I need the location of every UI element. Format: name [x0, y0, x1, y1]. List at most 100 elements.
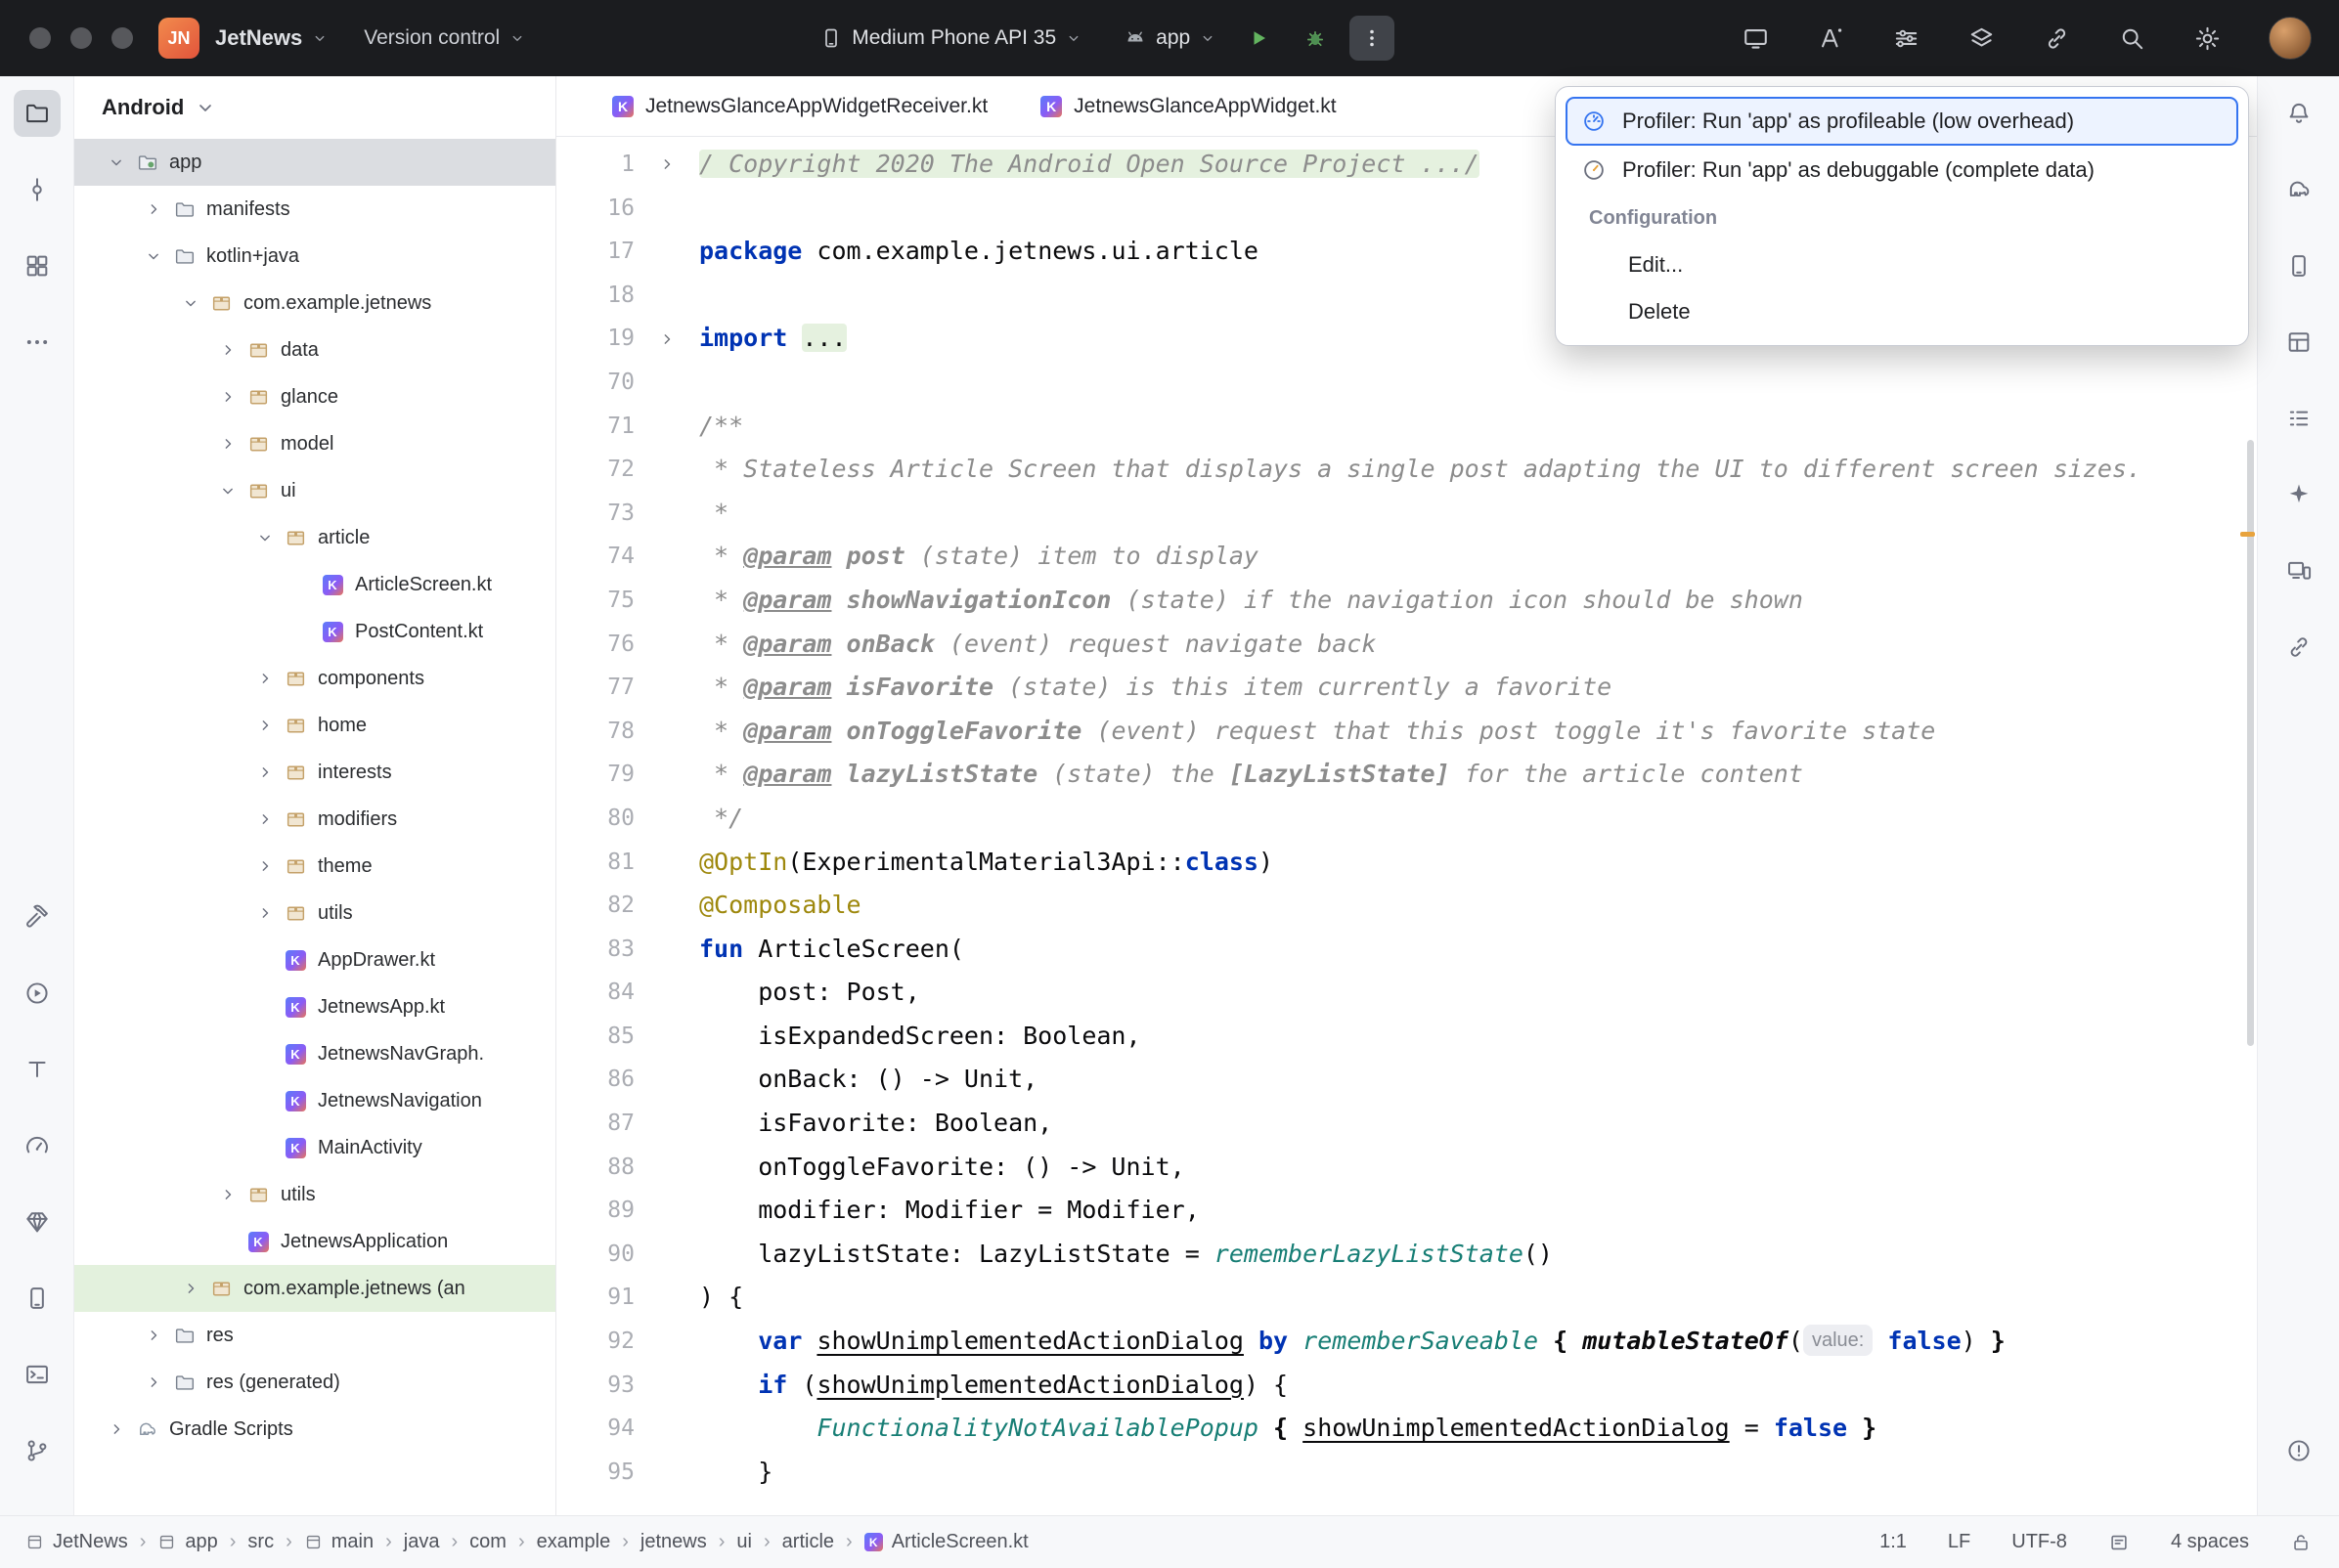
breadcrumb-item-app[interactable]: app — [157, 1531, 217, 1553]
run-configurations-button[interactable] — [1892, 24, 1920, 53]
tree-chevron-right-icon[interactable] — [247, 762, 283, 782]
project-tool-button[interactable] — [14, 90, 61, 137]
tree-chevron-down-icon[interactable] — [173, 293, 208, 313]
code-text[interactable]: } — [699, 1451, 772, 1495]
settings-button[interactable] — [2193, 24, 2222, 53]
tree-chevron-right-icon[interactable] — [99, 1419, 134, 1439]
line-number[interactable]: 94 — [556, 1407, 635, 1451]
commit-tool-button[interactable] — [14, 166, 61, 213]
breadcrumb-item-ui[interactable]: ui — [736, 1531, 752, 1553]
device-explorer-button[interactable] — [14, 1275, 61, 1322]
tree-chevron-right-icon[interactable] — [136, 199, 171, 219]
tree-item-utils[interactable]: utils — [74, 1171, 555, 1218]
editor-tab-jetnewsglanceappwidget-kt[interactable]: KJetnewsGlanceAppWidget.kt — [1014, 76, 1362, 137]
popup-item-profiler-run-app-as-profile[interactable]: Profiler: Run 'app' as profileable (low … — [1566, 97, 2238, 146]
problems-tool-button[interactable] — [2275, 1427, 2322, 1474]
line-number[interactable]: 1 — [556, 143, 635, 187]
file-encoding-widget[interactable]: UTF-8 — [2011, 1531, 2067, 1553]
tree-item-res-generated[interactable]: res (generated) — [74, 1359, 555, 1406]
run-configuration-selector[interactable]: app — [1124, 26, 1216, 50]
tree-chevron-down-icon[interactable] — [136, 246, 171, 266]
more-tool-windows-button[interactable] — [14, 319, 61, 366]
tree-chevron-down-icon[interactable] — [247, 528, 283, 547]
tree-item-com-example-jetnews-an[interactable]: com.example.jetnews (an — [74, 1265, 555, 1312]
tree-item-model[interactable]: model — [74, 420, 555, 467]
breadcrumb-item-example[interactable]: example — [537, 1531, 611, 1553]
share-button[interactable] — [2043, 24, 2071, 53]
line-number[interactable]: 95 — [556, 1451, 635, 1495]
tree-item-com-example-jetnews[interactable]: com.example.jetnews — [74, 280, 555, 327]
tree-item-home[interactable]: home — [74, 702, 555, 749]
line-number[interactable]: 91 — [556, 1276, 635, 1320]
run-button[interactable] — [1236, 16, 1281, 61]
tree-item-article[interactable]: article — [74, 514, 555, 561]
tree-item-appdrawer-kt[interactable]: KAppDrawer.kt — [74, 936, 555, 983]
editor-scrollbar[interactable] — [2247, 440, 2254, 1046]
profiler-tool-button[interactable] — [14, 1122, 61, 1169]
code-text[interactable]: onToggleFavorite: () -> Unit, — [699, 1146, 1185, 1190]
code-text[interactable]: var showUnimplementedActionDialog by rem… — [699, 1320, 2006, 1364]
tree-item-postcontent-kt[interactable]: KPostContent.kt — [74, 608, 555, 655]
code-text[interactable]: import ... — [699, 317, 847, 361]
tree-chevron-right-icon[interactable] — [210, 1185, 245, 1204]
code-text[interactable]: ) { — [699, 1276, 743, 1320]
tree-item-modifiers[interactable]: modifiers — [74, 796, 555, 843]
logcat-tool-button[interactable] — [14, 1046, 61, 1093]
line-number[interactable]: 18 — [556, 274, 635, 318]
tree-item-gradle-scripts[interactable]: Gradle Scripts — [74, 1406, 555, 1453]
warning-stripe-mark[interactable] — [2240, 532, 2255, 537]
line-number[interactable]: 89 — [556, 1189, 635, 1233]
ai-actions-button[interactable] — [1817, 24, 1845, 53]
run-tool-button[interactable] — [14, 970, 61, 1017]
code-text[interactable]: package com.example.jetnews.ui.article — [699, 230, 1258, 274]
tree-chevron-down-icon[interactable] — [210, 481, 245, 501]
tree-chevron-down-icon[interactable] — [99, 152, 134, 172]
line-number[interactable]: 80 — [556, 797, 635, 841]
line-number[interactable]: 76 — [556, 623, 635, 667]
line-number[interactable]: 75 — [556, 579, 635, 623]
notifications-button[interactable] — [2275, 90, 2322, 137]
line-number[interactable]: 72 — [556, 448, 635, 492]
breadcrumb-item-articlescreen-kt[interactable]: KArticleScreen.kt — [864, 1531, 1029, 1553]
line-number[interactable]: 73 — [556, 492, 635, 536]
caret-position-widget[interactable]: 1:1 — [1879, 1531, 1907, 1553]
gradle-tool-button[interactable] — [2275, 166, 2322, 213]
line-number[interactable]: 90 — [556, 1233, 635, 1277]
breadcrumb-item-jetnews[interactable]: JetNews — [25, 1531, 128, 1553]
version-control-tool-button[interactable] — [14, 1427, 61, 1474]
line-number[interactable]: 78 — [556, 710, 635, 754]
code-text[interactable]: / Copyright 2020 The Android Open Source… — [699, 143, 1479, 187]
tree-item-components[interactable]: components — [74, 655, 555, 702]
tree-item-jetnewsnavigation[interactable]: KJetnewsNavigation — [74, 1077, 555, 1124]
device-selector[interactable]: Medium Phone API 35 — [819, 26, 1082, 50]
line-number[interactable]: 88 — [556, 1146, 635, 1190]
breadcrumb-item-article[interactable]: article — [782, 1531, 834, 1553]
tree-chevron-right-icon[interactable] — [173, 1279, 208, 1298]
fold-indicator-icon[interactable] — [635, 317, 699, 361]
tree-item-interests[interactable]: interests — [74, 749, 555, 796]
code-text[interactable]: * — [699, 492, 728, 536]
close-window-button[interactable] — [29, 27, 51, 49]
device-manager-button[interactable] — [2275, 242, 2322, 289]
tree-chevron-right-icon[interactable] — [136, 1372, 171, 1392]
tree-item-app[interactable]: app — [74, 139, 555, 186]
code-text[interactable]: onBack: () -> Unit, — [699, 1058, 1037, 1102]
tree-item-manifests[interactable]: manifests — [74, 186, 555, 233]
code-text[interactable]: * @param lazyListState (state) the [Lazy… — [699, 753, 1803, 797]
breadcrumb-item-src[interactable]: src — [247, 1531, 274, 1553]
line-number[interactable]: 87 — [556, 1102, 635, 1146]
tree-chevron-right-icon[interactable] — [247, 669, 283, 688]
line-separator-widget[interactable]: LF — [1948, 1531, 1970, 1553]
line-number[interactable]: 71 — [556, 405, 635, 449]
code-text[interactable]: lazyListState: LazyListState = rememberL… — [699, 1233, 1553, 1277]
tree-item-ui[interactable]: ui — [74, 467, 555, 514]
code-text[interactable]: * @param isFavorite (state) is this item… — [699, 666, 1611, 710]
structure-tool-button[interactable] — [2275, 395, 2322, 442]
tree-item-utils[interactable]: utils — [74, 890, 555, 936]
tree-item-mainactivity[interactable]: KMainActivity — [74, 1124, 555, 1171]
tree-item-jetnewsnavgraph[interactable]: KJetnewsNavGraph. — [74, 1030, 555, 1077]
more-run-options-button[interactable] — [1349, 16, 1394, 61]
build-tool-button[interactable] — [14, 893, 61, 940]
tree-item-jetnewsapp-kt[interactable]: KJetnewsApp.kt — [74, 983, 555, 1030]
code-text[interactable]: isExpandedScreen: Boolean, — [699, 1015, 1141, 1059]
